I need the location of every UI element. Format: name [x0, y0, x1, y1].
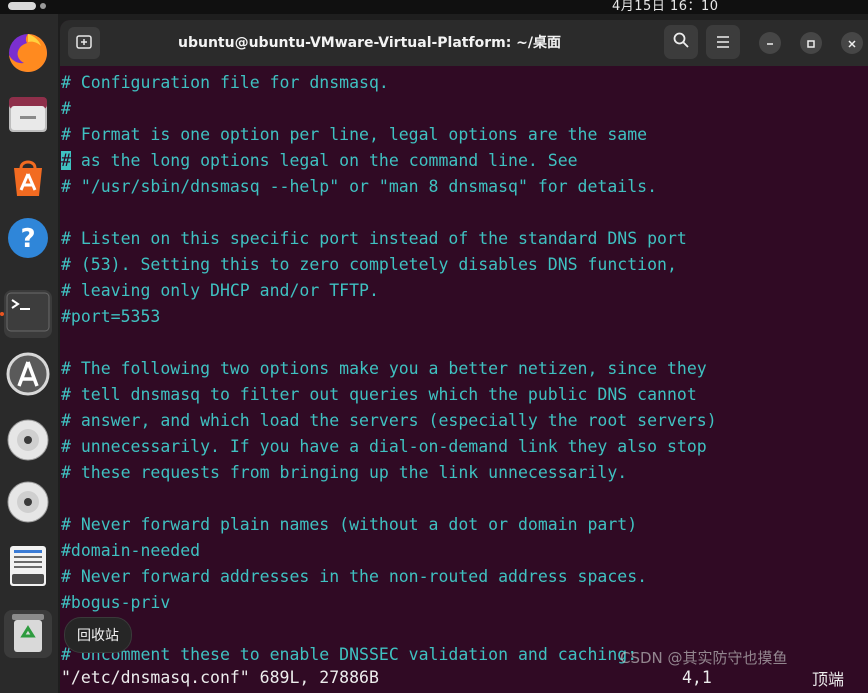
disc-launcher-2[interactable] — [4, 480, 52, 528]
editor-line: # — [61, 99, 71, 118]
hamburger-menu-icon — [716, 33, 730, 52]
close-button[interactable] — [841, 32, 863, 54]
software-updater-icon — [6, 352, 50, 400]
minimize-icon — [765, 34, 775, 53]
software-updater-launcher[interactable] — [4, 352, 52, 400]
firefox-launcher[interactable] — [4, 30, 52, 78]
editor-line: # (53). Setting this to zero completely … — [61, 255, 677, 274]
search-button[interactable] — [664, 25, 698, 59]
editor-line-cursor: # as the long options legal on the comma… — [61, 148, 578, 174]
dock-tooltip: 回收站 — [64, 617, 132, 653]
terminal-launcher[interactable] — [4, 290, 52, 338]
clock[interactable]: 4月15日 16：10 — [612, 0, 719, 14]
svg-text:?: ? — [20, 224, 35, 254]
firefox-icon — [6, 30, 50, 78]
text-editor-launcher[interactable] — [4, 544, 52, 592]
terminal-icon — [6, 292, 50, 336]
editor-line: #bogus-priv — [61, 593, 171, 612]
editor-line: # Never forward addresses in the non-rou… — [61, 567, 648, 586]
app-center-icon — [6, 154, 50, 202]
editor-line: # Format is one option per line, legal o… — [61, 125, 648, 144]
editor-line: # Configuration file for dnsmasq. — [61, 73, 389, 92]
disc-launcher-1[interactable] — [4, 418, 52, 466]
editor-line: # tell dnsmasq to filter out queries whi… — [61, 385, 697, 404]
minimize-button[interactable] — [759, 32, 781, 54]
editor-line-text: as the long options legal on the command… — [70, 151, 578, 170]
window-title: ubuntu@ubuntu-VMware-Virtual-Platform: ~… — [178, 35, 562, 51]
editor-line: # Listen on this specific port instead o… — [61, 229, 687, 248]
maximize-icon — [806, 34, 816, 53]
editor-line: #port=5353 — [61, 307, 161, 326]
terminal-window[interactable]: ubuntu@ubuntu-VMware-Virtual-Platform: ~… — [60, 20, 868, 693]
status-scroll-position: 顶端 — [812, 670, 845, 689]
text-cursor: # — [61, 151, 71, 170]
files-launcher[interactable] — [4, 92, 52, 140]
editor-line: # unnecessarily. If you have a dial-on-d… — [61, 437, 707, 456]
trash-launcher[interactable] — [4, 610, 52, 658]
disc-icon — [6, 418, 50, 466]
text-editor-icon — [6, 544, 50, 592]
watermark: CSDN @其实防守也摸鱼 — [620, 649, 788, 667]
status-file-info: "/etc/dnsmasq.conf" 689L, 27886B — [61, 668, 379, 687]
files-icon — [6, 92, 50, 140]
title-bar[interactable]: ubuntu@ubuntu-VMware-Virtual-Platform: ~… — [60, 20, 868, 66]
help-icon: ? — [6, 216, 50, 264]
dock: ? — [0, 14, 58, 693]
editor-line: # answer, and which load the servers (es… — [61, 411, 717, 430]
search-icon — [673, 32, 689, 52]
maximize-button[interactable] — [800, 32, 822, 54]
menu-button[interactable] — [706, 25, 740, 59]
app-center-launcher[interactable] — [4, 154, 52, 202]
activities-indicator[interactable] — [8, 2, 46, 10]
editor-line: # leaving only DHCP and/or TFTP. — [61, 281, 379, 300]
top-bar: 4月15日 16：10 — [0, 0, 868, 14]
editor-line: # Never forward plain names (without a d… — [61, 515, 638, 534]
disc-icon — [6, 480, 50, 528]
trash-icon — [8, 610, 48, 658]
help-launcher[interactable]: ? — [4, 216, 52, 264]
close-icon — [847, 34, 857, 53]
editor-line: # these requests from bringing up the li… — [61, 463, 628, 482]
editor-line: # "/usr/sbin/dnsmasq --help" or "man 8 d… — [61, 177, 658, 196]
editor-line: # The following two options make you a b… — [61, 359, 707, 378]
running-indicator — [0, 312, 4, 316]
editor-line: #domain-needed — [61, 541, 201, 560]
